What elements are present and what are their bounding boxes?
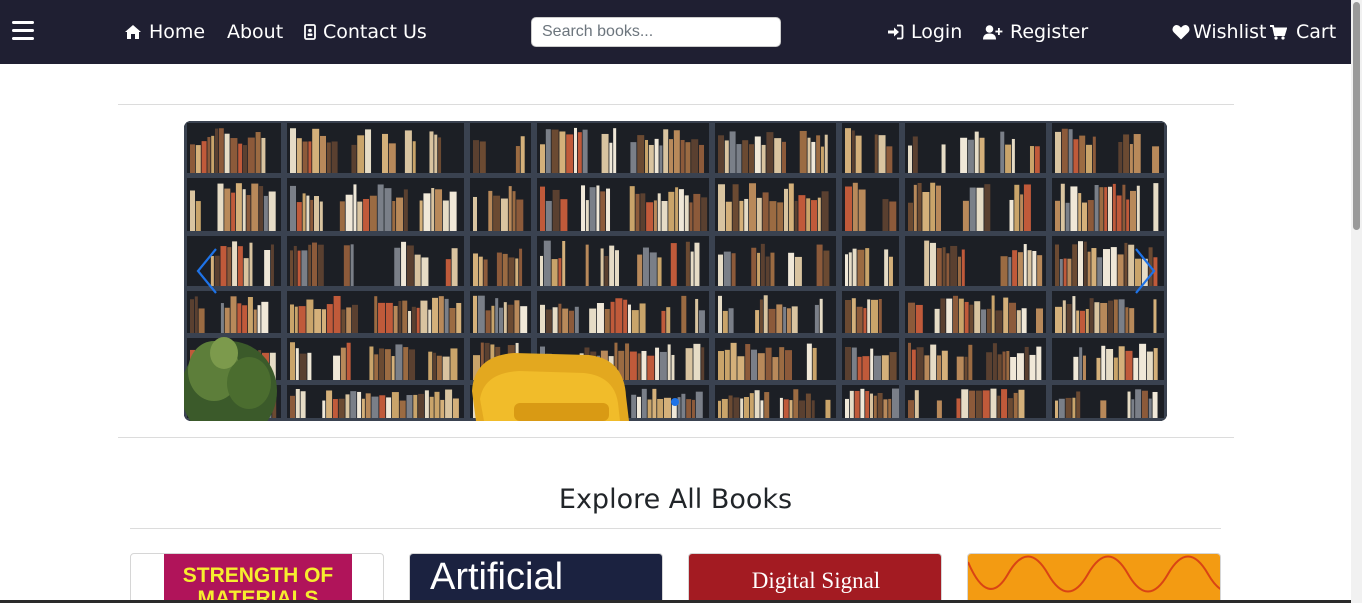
scrollbar-thumb[interactable]	[1353, 2, 1360, 230]
nav-cart-link[interactable]: Cart	[1270, 0, 1336, 64]
book-cover-title: Artificial	[430, 556, 564, 598]
address-book-icon	[304, 24, 316, 40]
user-plus-icon	[983, 25, 1003, 40]
nav-cart-label: Cart	[1296, 21, 1337, 43]
book-card[interactable]: Artificial	[409, 553, 663, 603]
nav-contact-label: Contact Us	[323, 21, 427, 43]
book-card[interactable]: STRENGTH OF MATERIALS	[130, 553, 384, 603]
cart-icon	[1270, 24, 1287, 40]
hero-carousel	[184, 121, 1167, 421]
nav-wishlist-link[interactable]: Wishlist	[1172, 0, 1267, 64]
search-input[interactable]	[531, 17, 781, 47]
book-cover-title: Digital Signal	[751, 568, 881, 593]
home-icon	[125, 25, 141, 39]
carousel-next-button[interactable]	[1128, 246, 1158, 296]
book-cover[interactable]: Digital Signal	[689, 554, 941, 603]
yellow-chair-illustration	[472, 353, 629, 421]
section-divider	[130, 528, 1221, 529]
nav-login-link[interactable]: Login	[887, 0, 962, 64]
nav-register-label: Register	[1010, 21, 1089, 43]
divider-bottom	[118, 437, 1234, 438]
book-cover[interactable]	[968, 554, 1220, 603]
nav-about-label: About	[227, 21, 284, 43]
nav-wishlist-label: Wishlist	[1193, 21, 1267, 43]
sign-in-icon	[888, 24, 904, 40]
divider-top	[118, 104, 1234, 105]
book-cover-wave-art	[968, 555, 1220, 593]
page-scrollbar[interactable]	[1351, 0, 1362, 603]
book-cover[interactable]: Artificial	[410, 554, 662, 603]
heart-icon	[1172, 25, 1190, 40]
carousel-slide-bookshelf-image	[184, 121, 1167, 421]
carousel-prev-button[interactable]	[194, 246, 224, 296]
book-cover[interactable]: STRENGTH OF MATERIALS	[164, 554, 352, 603]
book-card[interactable]: Digital Signal	[688, 553, 942, 603]
chevron-left-icon	[196, 248, 217, 294]
hamburger-menu-icon[interactable]	[12, 21, 35, 41]
carousel-indicator-dot[interactable]	[671, 398, 679, 406]
book-cover-title: STRENGTH OF	[182, 564, 334, 587]
section-title: Explore All Books	[558, 484, 793, 515]
nav-home-label: Home	[149, 21, 206, 43]
book-card[interactable]	[967, 553, 1221, 603]
nav-about-link[interactable]: About	[227, 0, 283, 64]
nav-contact-link[interactable]: Contact Us	[304, 0, 427, 64]
nav-home-link[interactable]: Home	[124, 0, 205, 64]
nav-register-link[interactable]: Register	[983, 0, 1088, 64]
top-navbar: Home About Contact Us Login Register Wis…	[0, 0, 1351, 64]
chevron-right-icon	[1135, 248, 1156, 294]
nav-login-label: Login	[911, 21, 963, 43]
